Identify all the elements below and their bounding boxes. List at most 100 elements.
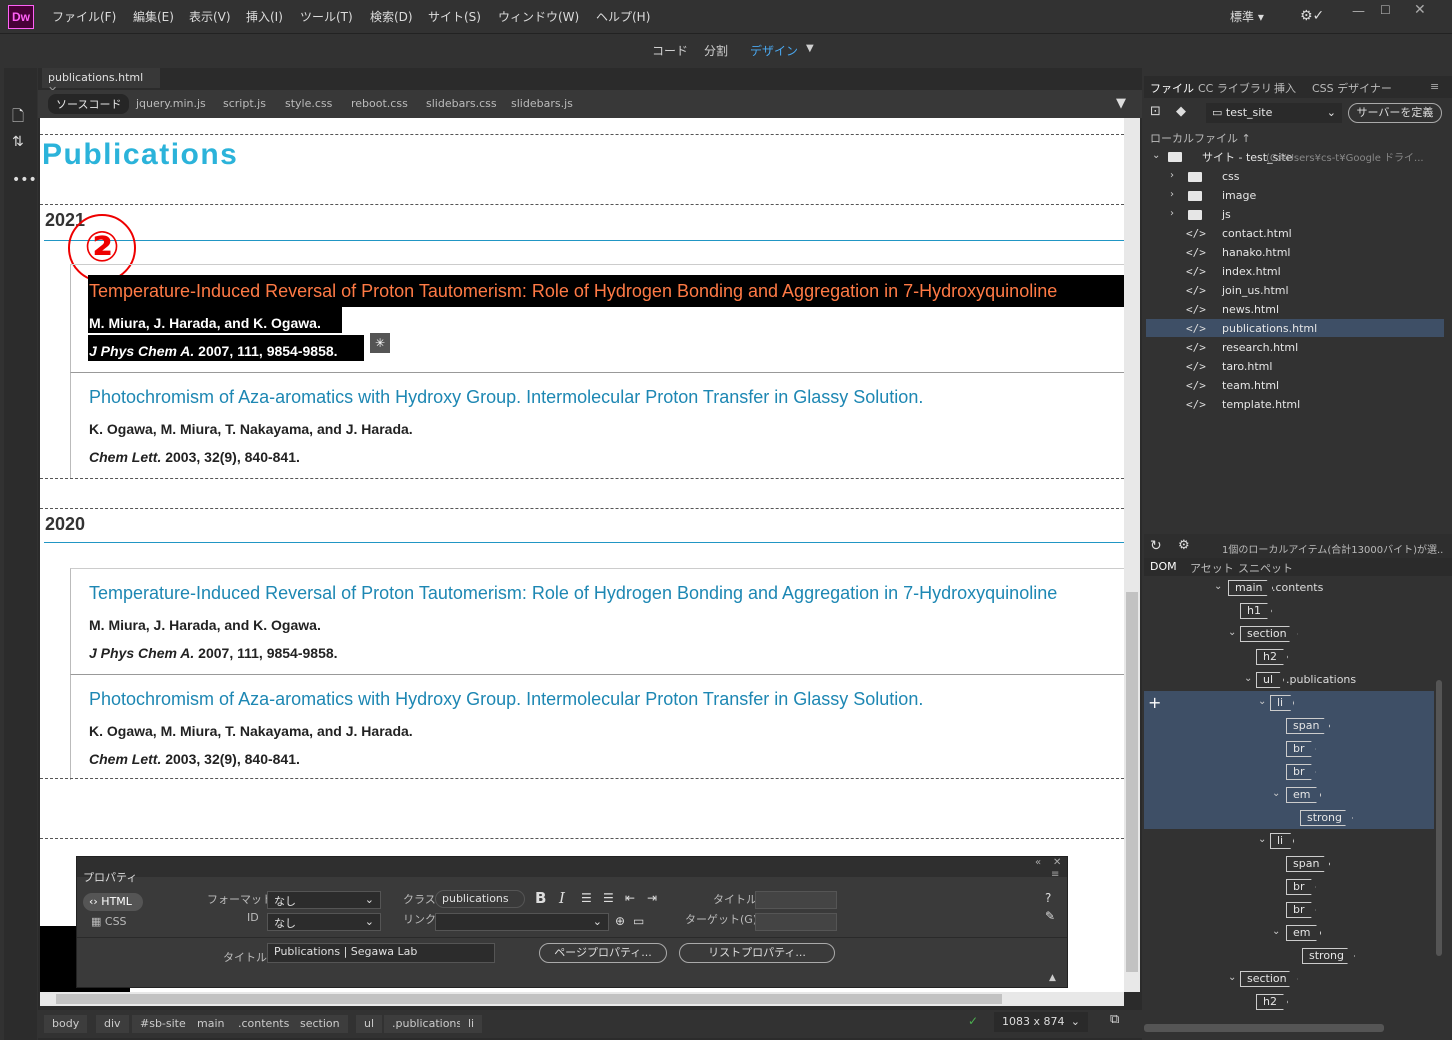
dom-node-li[interactable]: li (1270, 833, 1295, 849)
log-icon[interactable]: ⚙ (1178, 538, 1190, 553)
filter-icon[interactable]: ▼ (1116, 96, 1126, 111)
file-item[interactable]: hanako.html (1222, 246, 1291, 259)
local-files-header[interactable]: ローカルファイル ↑ (1150, 130, 1251, 146)
publication-title[interactable]: Photochromism of Aza-aromatics with Hydr… (89, 387, 923, 408)
unordered-list-icon[interactable]: ☰ (581, 891, 592, 905)
ordered-list-icon[interactable]: ☰ (603, 891, 614, 905)
design-view-button[interactable]: デザイン (750, 42, 798, 59)
file-item[interactable]: join_us.html (1222, 284, 1289, 297)
related-file-slidebars-css[interactable]: slidebars.css (426, 97, 497, 110)
scroll-thumb[interactable] (1126, 592, 1138, 972)
vertical-scrollbar[interactable] (1124, 118, 1140, 992)
file-transfer-icon[interactable]: ⇅ (12, 134, 24, 150)
chevron-down-icon[interactable]: ⌄ (1258, 834, 1266, 845)
dom-node-br[interactable]: br (1286, 902, 1316, 918)
publication-title[interactable]: Temperature-Induced Reversal of Proton T… (89, 583, 1057, 604)
tab-insert[interactable]: 挿入 (1274, 80, 1296, 96)
tab-assets[interactable]: アセット (1190, 560, 1234, 576)
related-file-script[interactable]: script.js (223, 97, 266, 110)
dom-hscroll-thumb[interactable] (1144, 1024, 1384, 1032)
chevron-down-icon[interactable]: ⌄ (1228, 627, 1236, 638)
dom-node-em[interactable]: em (1286, 925, 1322, 941)
split-view-button[interactable]: 分割 (704, 42, 728, 59)
tag-crumb-sb-site[interactable]: #sb-site (132, 1015, 194, 1033)
format-select[interactable]: なし ⌄ (267, 891, 381, 909)
site-select[interactable]: ▭ test_site ⌄ (1206, 103, 1342, 123)
folder-css[interactable]: css (1222, 170, 1240, 183)
chevron-down-icon[interactable]: ⌄ (1272, 788, 1280, 799)
publication-title[interactable]: Temperature-Induced Reversal of Proton T… (89, 281, 1057, 302)
sync-settings-icon[interactable]: ⚙✓ (1300, 8, 1324, 24)
maximize-icon[interactable]: ☐ (1380, 3, 1391, 17)
add-element-icon[interactable]: + (1148, 693, 1161, 712)
refresh-icon[interactable]: ↻ (1150, 538, 1162, 554)
dom-node-br[interactable]: br (1286, 741, 1316, 757)
related-file-reboot[interactable]: reboot.css (351, 97, 408, 110)
dom-node-main[interactable]: main (1228, 580, 1274, 596)
dom-node-h2[interactable]: h2 (1256, 649, 1288, 665)
quick-tag-editor-icon[interactable]: ✎ (1045, 909, 1055, 923)
class-select[interactable]: publications (435, 890, 525, 908)
tab-cc-libraries[interactable]: CC ライブラリ (1198, 80, 1272, 96)
chevron-down-icon[interactable]: ▼ (806, 43, 814, 54)
validation-ok-icon[interactable]: ✓ (968, 1014, 978, 1028)
tag-crumb-publications[interactable]: .publications (384, 1015, 471, 1033)
file-item[interactable]: contact.html (1222, 227, 1292, 240)
file-item[interactable]: taro.html (1222, 360, 1272, 373)
id-select[interactable]: なし ⌄ (267, 913, 381, 931)
browse-folder-icon[interactable]: ▭ (633, 914, 644, 928)
dom-node-br[interactable]: br (1286, 879, 1316, 895)
css-mode-button[interactable]: ▦ CSS (91, 915, 127, 928)
dom-node-section[interactable]: section (1240, 626, 1298, 642)
list-properties-button[interactable]: リストプロパティ... (679, 943, 835, 963)
dom-node-h2[interactable]: h2 (1256, 994, 1288, 1010)
folder-js[interactable]: js (1222, 208, 1231, 221)
scroll-thumb[interactable] (56, 994, 1002, 1004)
tab-files[interactable]: ファイル (1150, 80, 1194, 96)
file-item[interactable]: index.html (1222, 265, 1281, 278)
tag-crumb-ul[interactable]: ul (356, 1015, 383, 1033)
title-input[interactable] (755, 891, 837, 909)
html-mode-button[interactable]: ‹› HTML (83, 893, 143, 911)
define-server-button[interactable]: サーバーを定義 (1348, 103, 1442, 123)
dom-node-li[interactable]: li (1270, 695, 1295, 711)
tag-crumb-section[interactable]: section (292, 1015, 348, 1033)
panel-menu-icon[interactable]: ≡ (1051, 869, 1059, 880)
chevron-down-icon[interactable]: ⌄ (1228, 972, 1236, 983)
chevron-right-icon[interactable]: › (1170, 189, 1174, 200)
workspace-switcher[interactable]: 標準 ▾ (1230, 8, 1264, 25)
dom-node-strong[interactable]: strong (1302, 948, 1356, 964)
close-icon[interactable]: ✕ (1414, 2, 1426, 18)
live-preview-icon[interactable]: ⧉ (1110, 1012, 1119, 1027)
outdent-icon[interactable]: ⇤ (625, 891, 635, 905)
element-options-icon[interactable]: ✳ (370, 333, 390, 353)
chevron-down-icon[interactable]: ⌄ (1272, 926, 1280, 937)
chevron-down-icon[interactable]: ⌄ (1152, 150, 1160, 161)
chevron-right-icon[interactable]: › (1170, 208, 1174, 219)
menu-help[interactable]: ヘルプ(H) (596, 8, 650, 25)
related-file-jquery[interactable]: jquery.min.js (136, 97, 206, 110)
file-item[interactable]: template.html (1222, 398, 1300, 411)
tab-dom[interactable]: DOM (1150, 560, 1177, 573)
chevron-right-icon[interactable]: › (1170, 170, 1174, 181)
horizontal-scrollbar[interactable] (40, 992, 1124, 1006)
list-item[interactable]: Temperature-Induced Reversal of Proton T… (70, 568, 1124, 674)
menu-insert[interactable]: 挿入(I) (246, 8, 283, 25)
menu-tools[interactable]: ツール(T) (300, 8, 353, 25)
tag-crumb-li[interactable]: li (460, 1015, 483, 1033)
dom-scroll-thumb[interactable] (1436, 680, 1442, 956)
chevron-down-icon[interactable]: ⌄ (1244, 673, 1252, 684)
expand-icon[interactable]: ▲ (1049, 973, 1056, 983)
menu-find[interactable]: 検索(D) (370, 8, 413, 25)
related-file-source[interactable]: ソースコード (48, 94, 130, 114)
dom-node-section[interactable]: section (1240, 971, 1298, 987)
minimize-icon[interactable]: — (1352, 4, 1365, 19)
list-item[interactable]: Photochromism of Aza-aromatics with Hydr… (70, 674, 1124, 780)
italic-button[interactable]: I (559, 889, 565, 907)
point-to-file-icon[interactable]: ⊕ (615, 914, 625, 928)
publication-title[interactable]: Photochromism of Aza-aromatics with Hydr… (89, 689, 923, 710)
list-item[interactable]: Photochromism of Aza-aromatics with Hydr… (70, 372, 1124, 478)
tag-crumb-body[interactable]: body (44, 1015, 88, 1033)
menu-edit[interactable]: 編集(E) (133, 8, 174, 25)
close-icon[interactable]: ✕ (1053, 857, 1061, 868)
